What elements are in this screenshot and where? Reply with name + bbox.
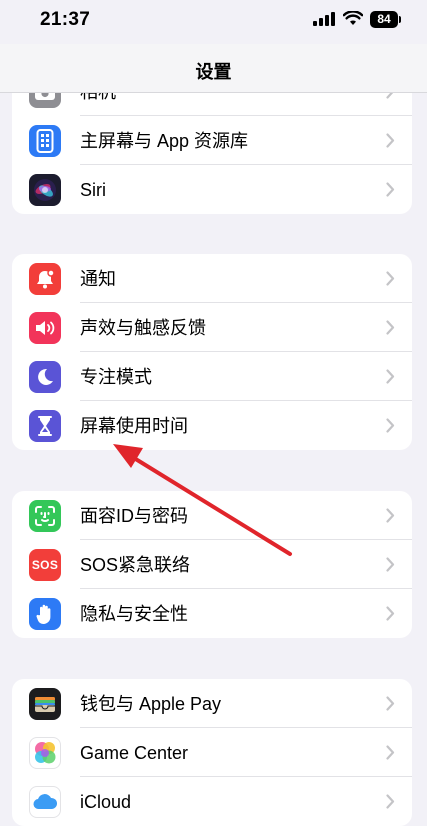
row-home-screen[interactable]: 主屏幕与 App 资源库 xyxy=(12,116,412,165)
status-bar: 21:37 84 xyxy=(0,0,427,44)
row-sounds-haptics[interactable]: 声效与触感反馈 xyxy=(12,303,412,352)
battery-icon: 84 xyxy=(370,11,398,28)
chevron-right-icon xyxy=(386,557,395,572)
row-label: 面容ID与密码 xyxy=(80,506,188,526)
chevron-right-icon xyxy=(386,508,395,523)
face-id-icon xyxy=(29,500,61,532)
wifi-icon xyxy=(343,11,363,25)
sos-icon: SOS xyxy=(29,549,61,581)
row-label: iCloud xyxy=(80,792,132,812)
status-time: 21:37 xyxy=(40,9,91,30)
chevron-right-icon xyxy=(386,133,395,148)
row-notifications[interactable]: 通知 xyxy=(12,254,412,303)
row-icloud[interactable]: iCloud xyxy=(12,777,412,826)
moon-icon xyxy=(29,361,61,393)
row-label: Game Center xyxy=(80,743,189,763)
settings-group-security: 面容ID与密码 SOS SOS紧急联络 隐私与安全性 xyxy=(12,491,412,638)
row-privacy-security[interactable]: 隐私与安全性 xyxy=(12,589,412,638)
chevron-right-icon xyxy=(386,271,395,286)
home-screen-icon xyxy=(29,125,61,157)
hand-icon xyxy=(29,598,61,630)
row-label: 声效与触感反馈 xyxy=(80,318,206,338)
row-focus[interactable]: 专注模式 xyxy=(12,352,412,401)
row-emergency-sos[interactable]: SOS SOS紧急联络 xyxy=(12,540,412,589)
chevron-right-icon xyxy=(386,369,395,384)
game-center-icon xyxy=(29,737,61,769)
icloud-icon xyxy=(29,786,61,818)
settings-group-services: 钱包与 Apple Pay Game Center iCloud xyxy=(12,679,412,826)
chevron-right-icon xyxy=(386,696,395,711)
row-label: 通知 xyxy=(80,269,116,289)
row-screen-time[interactable]: 屏幕使用时间 xyxy=(12,401,412,450)
row-face-id[interactable]: 面容ID与密码 xyxy=(12,491,412,540)
settings-group-notifications: 通知 声效与触感反馈 专注模式 屏幕使用时间 xyxy=(12,254,412,450)
chevron-right-icon xyxy=(386,182,395,197)
cellular-signal-icon xyxy=(313,12,335,26)
hourglass-icon xyxy=(29,410,61,442)
row-label: SOS紧急联络 xyxy=(80,555,191,575)
chevron-right-icon xyxy=(386,606,395,621)
wallet-icon xyxy=(29,688,61,720)
navigation-bar: 设置 xyxy=(0,44,427,93)
row-siri[interactable]: Siri xyxy=(12,165,412,214)
speaker-icon xyxy=(29,312,61,344)
row-game-center[interactable]: Game Center xyxy=(12,728,412,777)
chevron-right-icon xyxy=(386,794,395,809)
chevron-right-icon xyxy=(386,320,395,335)
row-label: 专注模式 xyxy=(80,367,152,387)
row-label: Siri xyxy=(80,180,106,200)
siri-icon xyxy=(29,174,61,206)
chevron-right-icon xyxy=(386,418,395,433)
page-title: 设置 xyxy=(195,62,232,82)
battery-tip xyxy=(399,16,401,23)
row-label: 屏幕使用时间 xyxy=(80,416,188,436)
chevron-right-icon xyxy=(386,745,395,760)
sos-icon-text: SOS xyxy=(31,558,59,572)
notification-bell-icon xyxy=(29,263,61,295)
row-label: 隐私与安全性 xyxy=(80,604,188,624)
row-label: 钱包与 Apple Pay xyxy=(80,694,222,714)
row-label: 主屏幕与 App 资源库 xyxy=(80,131,249,151)
row-wallet[interactable]: 钱包与 Apple Pay xyxy=(12,679,412,728)
